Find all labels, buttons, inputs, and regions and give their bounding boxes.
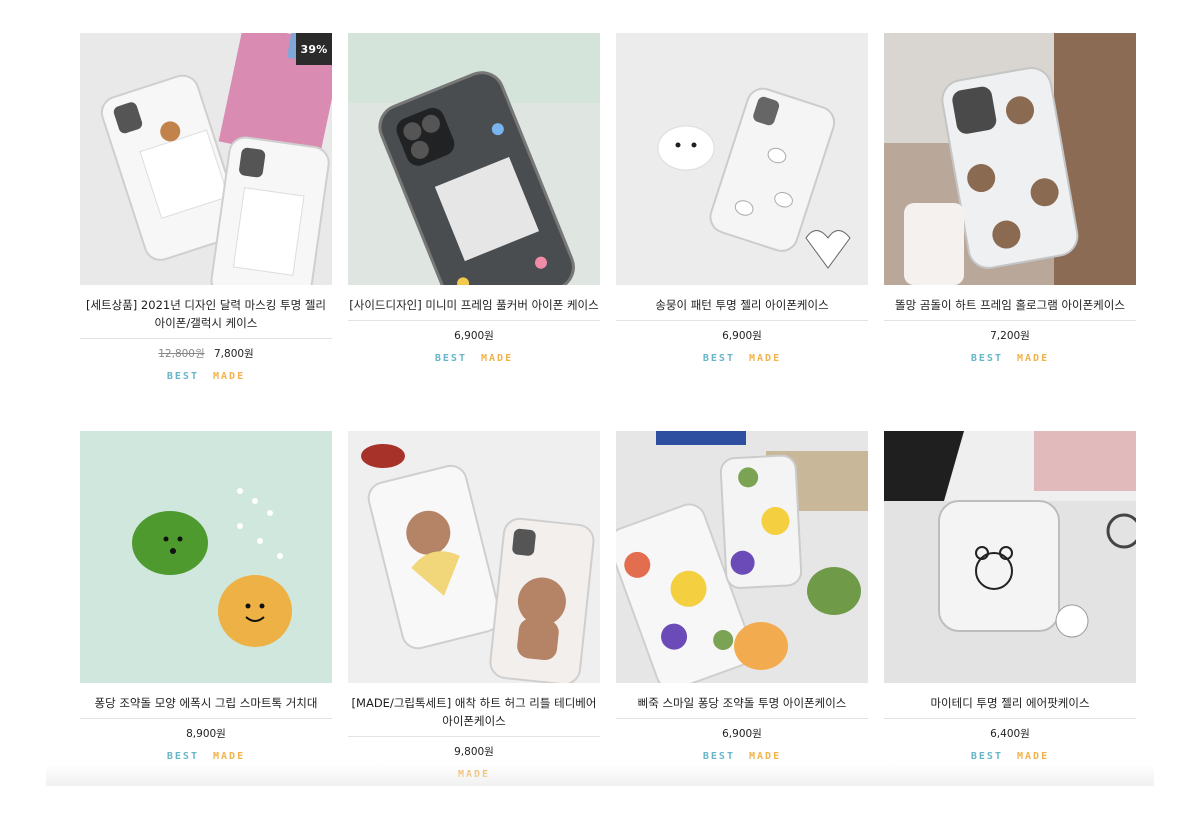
sale-price: 8,900원 bbox=[186, 728, 226, 740]
product-tags: BEST MADE bbox=[884, 353, 1136, 364]
product-price: 6,900원 bbox=[616, 328, 868, 344]
product-name[interactable]: 마이테디 투명 젤리 에어팟케이스 bbox=[884, 694, 1136, 719]
product-price: 7,200원 bbox=[884, 328, 1136, 344]
best-tag: BEST bbox=[434, 353, 467, 364]
product-grid: 39% [세트상품] 2021년 디자인 달력 마스킹 투명 젤리 아이폰/갤럭… bbox=[80, 33, 1138, 829]
product-price: 6,900원 bbox=[348, 328, 600, 344]
product-name[interactable]: 퐁당 조약돌 모양 에폭시 그립 스마트톡 거치대 bbox=[80, 694, 332, 719]
made-tag: MADE bbox=[457, 769, 491, 780]
sale-price: 9,800원 bbox=[454, 746, 494, 758]
product-tags: MADE bbox=[348, 769, 600, 780]
product-card[interactable]: 39% [세트상품] 2021년 디자인 달력 마스킹 투명 젤리 아이폰/갤럭… bbox=[80, 33, 332, 431]
sale-price: 7,200원 bbox=[990, 330, 1030, 342]
discount-badge: 39% bbox=[296, 33, 332, 65]
best-tag: BEST bbox=[702, 353, 735, 364]
best-tag: BEST bbox=[970, 353, 1003, 364]
airpods-case-image[interactable] bbox=[884, 431, 1136, 683]
product-card[interactable]: 송뭉이 패턴 투명 젤리 아이폰케이스 6,900원 BEST MADE bbox=[616, 33, 868, 431]
sale-price: 6,900원 bbox=[454, 330, 494, 342]
product-tags: BEST MADE bbox=[80, 751, 332, 762]
made-tag: MADE bbox=[749, 751, 782, 762]
sale-price: 6,900원 bbox=[722, 728, 762, 740]
product-price: 8,900원 bbox=[80, 726, 332, 742]
phone-case-puppy-image[interactable] bbox=[616, 33, 868, 285]
sale-price: 6,400원 bbox=[990, 728, 1030, 740]
product-card[interactable]: [MADE/그립톡세트] 애착 하트 허그 리틀 테디베어 아이폰케이스 9,8… bbox=[348, 431, 600, 829]
product-name[interactable]: 삐죽 스마일 퐁당 조약돌 투명 아이폰케이스 bbox=[616, 694, 868, 719]
best-tag: BEST bbox=[166, 751, 199, 762]
product-card[interactable]: [사이드디자인] 미니미 프레임 풀커버 아이폰 케이스 6,900원 BEST… bbox=[348, 33, 600, 431]
made-tag: MADE bbox=[749, 353, 782, 364]
sale-price: 6,900원 bbox=[722, 330, 762, 342]
product-tags: BEST MADE bbox=[80, 371, 332, 382]
original-price: 12,800원 bbox=[158, 348, 205, 360]
made-tag: MADE bbox=[213, 751, 246, 762]
product-name[interactable]: [세트상품] 2021년 디자인 달력 마스킹 투명 젤리 아이폰/갤럭시 케이… bbox=[80, 296, 332, 339]
product-price: 6,900원 bbox=[616, 726, 868, 742]
product-price: 12,800원 7,800원 bbox=[80, 346, 332, 362]
product-tags: BEST MADE bbox=[348, 353, 600, 364]
pebble-grip-image[interactable] bbox=[80, 431, 332, 683]
product-tags: BEST MADE bbox=[616, 353, 868, 364]
product-price: 6,400원 bbox=[884, 726, 1136, 742]
product-name[interactable]: 송뭉이 패턴 투명 젤리 아이폰케이스 bbox=[616, 296, 868, 321]
made-tag: MADE bbox=[213, 371, 246, 382]
product-card[interactable]: 똘망 곰돌이 하트 프레임 홀로그램 아이폰케이스 7,200원 BEST MA… bbox=[884, 33, 1136, 431]
made-tag: MADE bbox=[1017, 751, 1050, 762]
phone-case-calendar-image[interactable]: 39% bbox=[80, 33, 332, 285]
product-name[interactable]: [MADE/그립톡세트] 애착 하트 허그 리틀 테디베어 아이폰케이스 bbox=[348, 694, 600, 737]
best-tag: BEST bbox=[702, 751, 735, 762]
product-name[interactable]: 똘망 곰돌이 하트 프레임 홀로그램 아이폰케이스 bbox=[884, 296, 1136, 321]
product-tags: BEST MADE bbox=[884, 751, 1136, 762]
product-name[interactable]: [사이드디자인] 미니미 프레임 풀커버 아이폰 케이스 bbox=[348, 296, 600, 321]
best-tag: BEST bbox=[166, 371, 199, 382]
product-card[interactable]: 마이테디 투명 젤리 에어팟케이스 6,400원 BEST MADE bbox=[884, 431, 1136, 829]
product-card[interactable]: 퐁당 조약돌 모양 에폭시 그립 스마트톡 거치대 8,900원 BEST MA… bbox=[80, 431, 332, 829]
teddy-bear-case-image[interactable] bbox=[348, 431, 600, 683]
best-tag: BEST bbox=[970, 751, 1003, 762]
product-card[interactable]: 삐죽 스마일 퐁당 조약돌 투명 아이폰케이스 6,900원 BEST MADE bbox=[616, 431, 868, 829]
made-tag: MADE bbox=[1017, 353, 1050, 364]
phone-case-frame-image[interactable] bbox=[348, 33, 600, 285]
sale-price: 7,800원 bbox=[214, 348, 254, 360]
product-tags: BEST MADE bbox=[616, 751, 868, 762]
smile-pebble-case-image[interactable] bbox=[616, 431, 868, 683]
phone-case-bear-hologram-image[interactable] bbox=[884, 33, 1136, 285]
product-price: 9,800원 bbox=[348, 744, 600, 760]
made-tag: MADE bbox=[481, 353, 514, 364]
